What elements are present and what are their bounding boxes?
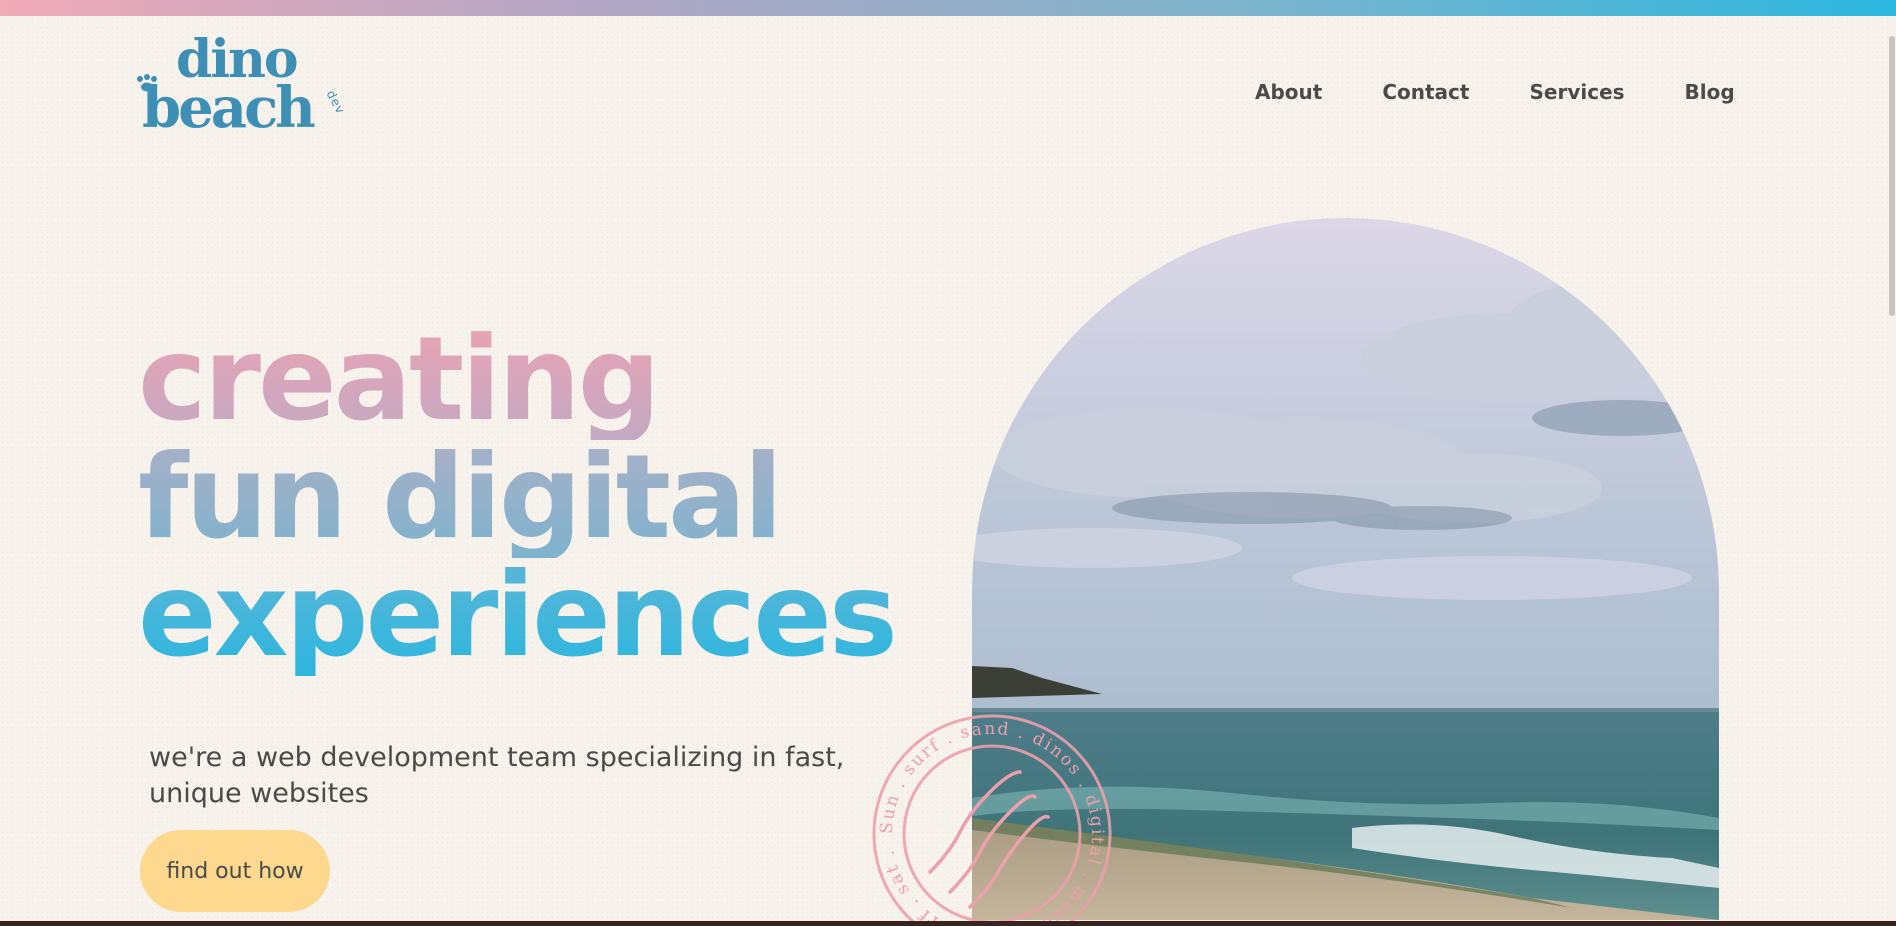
hero-subtitle: we're a web development team specializin…: [149, 742, 845, 809]
hero-line-1: creating: [138, 322, 895, 440]
bottom-edge: [0, 921, 1896, 926]
logo-suffix: dev: [323, 88, 348, 117]
hero-heading: creating fun digital experiences: [138, 322, 898, 683]
nav-contact-link[interactable]: Contact: [1382, 80, 1469, 104]
logo-text-bottom: beach: [142, 75, 316, 141]
find-out-how-button[interactable]: find out how: [140, 830, 330, 912]
hero-line-3: experiences: [138, 548, 898, 683]
hero-line-2: fun digital: [138, 440, 895, 558]
stamp-ring-text: Sun . surf . sand . dinos . digital . ma…: [877, 719, 1107, 926]
top-gradient-bar: [0, 0, 1896, 16]
scrollbar[interactable]: [1888, 16, 1896, 926]
nav-services-link[interactable]: Services: [1529, 80, 1624, 104]
logo[interactable]: dino beach dev: [136, 34, 376, 148]
main-nav: About Contact Services Blog: [1255, 80, 1735, 104]
stamp-badge: Sun . surf . sand . dinos . digital . ma…: [872, 714, 1112, 926]
nav-blog-link[interactable]: Blog: [1685, 80, 1735, 104]
nav-about-link[interactable]: About: [1255, 80, 1322, 104]
scrollbar-thumb[interactable]: [1889, 36, 1895, 316]
